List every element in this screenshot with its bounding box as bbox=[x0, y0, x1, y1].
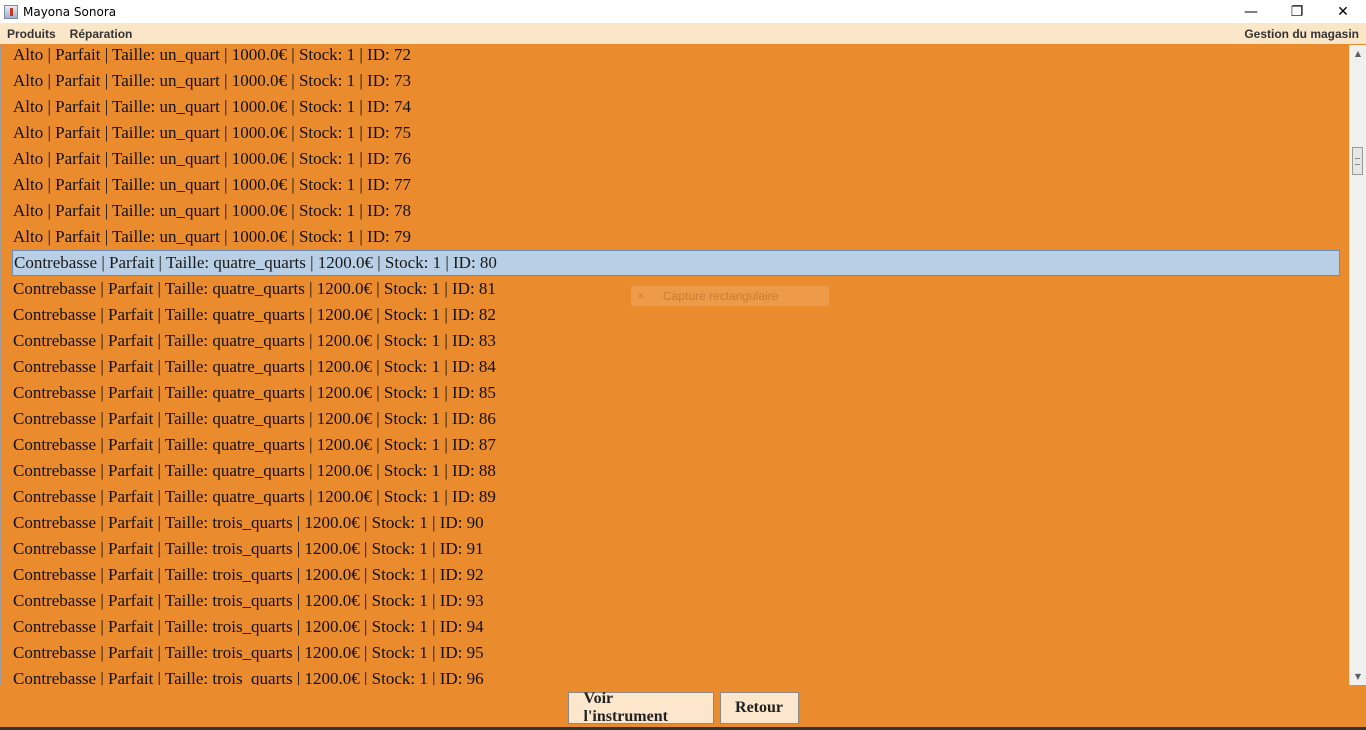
list-item[interactable]: Contrebasse | Parfait | Taille: quatre_q… bbox=[12, 380, 1340, 406]
list-item[interactable]: Contrebasse | Parfait | Taille: quatre_q… bbox=[12, 432, 1340, 458]
scroll-down-arrow-icon[interactable]: ▼ bbox=[1350, 668, 1366, 685]
list-item[interactable]: Contrebasse | Parfait | Taille: trois_qu… bbox=[12, 588, 1340, 614]
list-item[interactable]: Contrebasse | Parfait | Taille: trois_qu… bbox=[12, 510, 1340, 536]
list-item[interactable]: Alto | Parfait | Taille: un_quart | 1000… bbox=[12, 146, 1340, 172]
list-item[interactable]: Contrebasse | Parfait | Taille: trois_qu… bbox=[12, 536, 1340, 562]
list-item[interactable]: Contrebasse | Parfait | Taille: trois_qu… bbox=[12, 614, 1340, 640]
list-item[interactable]: Contrebasse | Parfait | Taille: quatre_q… bbox=[12, 406, 1340, 432]
window-controls: — ❐ ✕ bbox=[1228, 0, 1366, 23]
list-item[interactable]: Contrebasse | Parfait | Taille: quatre_q… bbox=[12, 354, 1340, 380]
list-item[interactable]: Alto | Parfait | Taille: un_quart | 1000… bbox=[12, 120, 1340, 146]
instrument-list[interactable]: Alto | Parfait | Taille: un_quart | 1000… bbox=[12, 46, 1340, 685]
list-item[interactable]: Alto | Parfait | Taille: un_quart | 1000… bbox=[12, 68, 1340, 94]
back-button[interactable]: Retour bbox=[719, 692, 799, 724]
view-instrument-button[interactable]: Voir l'instrument bbox=[567, 690, 714, 725]
list-item[interactable]: Contrebasse | Parfait | Taille: quatre_q… bbox=[12, 484, 1340, 510]
scroll-up-arrow-icon[interactable]: ▲ bbox=[1350, 45, 1366, 62]
capture-icon: ✕ bbox=[637, 290, 645, 301]
scrollbar-thumb[interactable] bbox=[1352, 147, 1363, 175]
minimize-button[interactable]: — bbox=[1228, 0, 1274, 23]
menu-gestion-magasin[interactable]: Gestion du magasin bbox=[1237, 27, 1366, 41]
menu-reparation[interactable]: Réparation bbox=[63, 27, 140, 41]
capture-overlay: ✕ Capture rectangulaire bbox=[631, 286, 829, 306]
list-item[interactable]: Contrebasse | Parfait | Taille: trois_qu… bbox=[12, 640, 1340, 666]
vertical-scrollbar[interactable]: ▲ ▼ bbox=[1349, 45, 1366, 685]
list-item[interactable]: Alto | Parfait | Taille: un_quart | 1000… bbox=[12, 198, 1340, 224]
java-app-icon bbox=[4, 4, 18, 19]
menu-produits[interactable]: Produits bbox=[0, 27, 63, 41]
window-title: Mayona Sonora bbox=[23, 4, 117, 19]
capture-label: Capture rectangulaire bbox=[663, 289, 779, 303]
button-bar: Voir l'instrument Retour bbox=[0, 686, 1366, 730]
close-button[interactable]: ✕ bbox=[1320, 0, 1366, 23]
list-item[interactable]: Contrebasse | Parfait | Taille: quatre_q… bbox=[12, 458, 1340, 484]
menu-bar: Produits Réparation Gestion du magasin bbox=[0, 23, 1366, 44]
list-item[interactable]: Alto | Parfait | Taille: un_quart | 1000… bbox=[12, 94, 1340, 120]
restore-button[interactable]: ❐ bbox=[1274, 0, 1320, 23]
list-item[interactable]: Contrebasse | Parfait | Taille: trois_qu… bbox=[12, 666, 1340, 685]
list-item-selected[interactable]: Contrebasse | Parfait | Taille: quatre_q… bbox=[12, 250, 1340, 276]
instrument-list-panel: Alto | Parfait | Taille: un_quart | 1000… bbox=[0, 45, 1349, 685]
title-bar: Mayona Sonora — ❐ ✕ bbox=[0, 0, 1366, 23]
list-item[interactable]: Alto | Parfait | Taille: un_quart | 1000… bbox=[12, 224, 1340, 250]
list-item[interactable]: Contrebasse | Parfait | Taille: trois_qu… bbox=[12, 562, 1340, 588]
list-item[interactable]: Contrebasse | Parfait | Taille: quatre_q… bbox=[12, 328, 1340, 354]
list-item[interactable]: Alto | Parfait | Taille: un_quart | 1000… bbox=[12, 46, 1340, 68]
list-item[interactable]: Alto | Parfait | Taille: un_quart | 1000… bbox=[12, 172, 1340, 198]
